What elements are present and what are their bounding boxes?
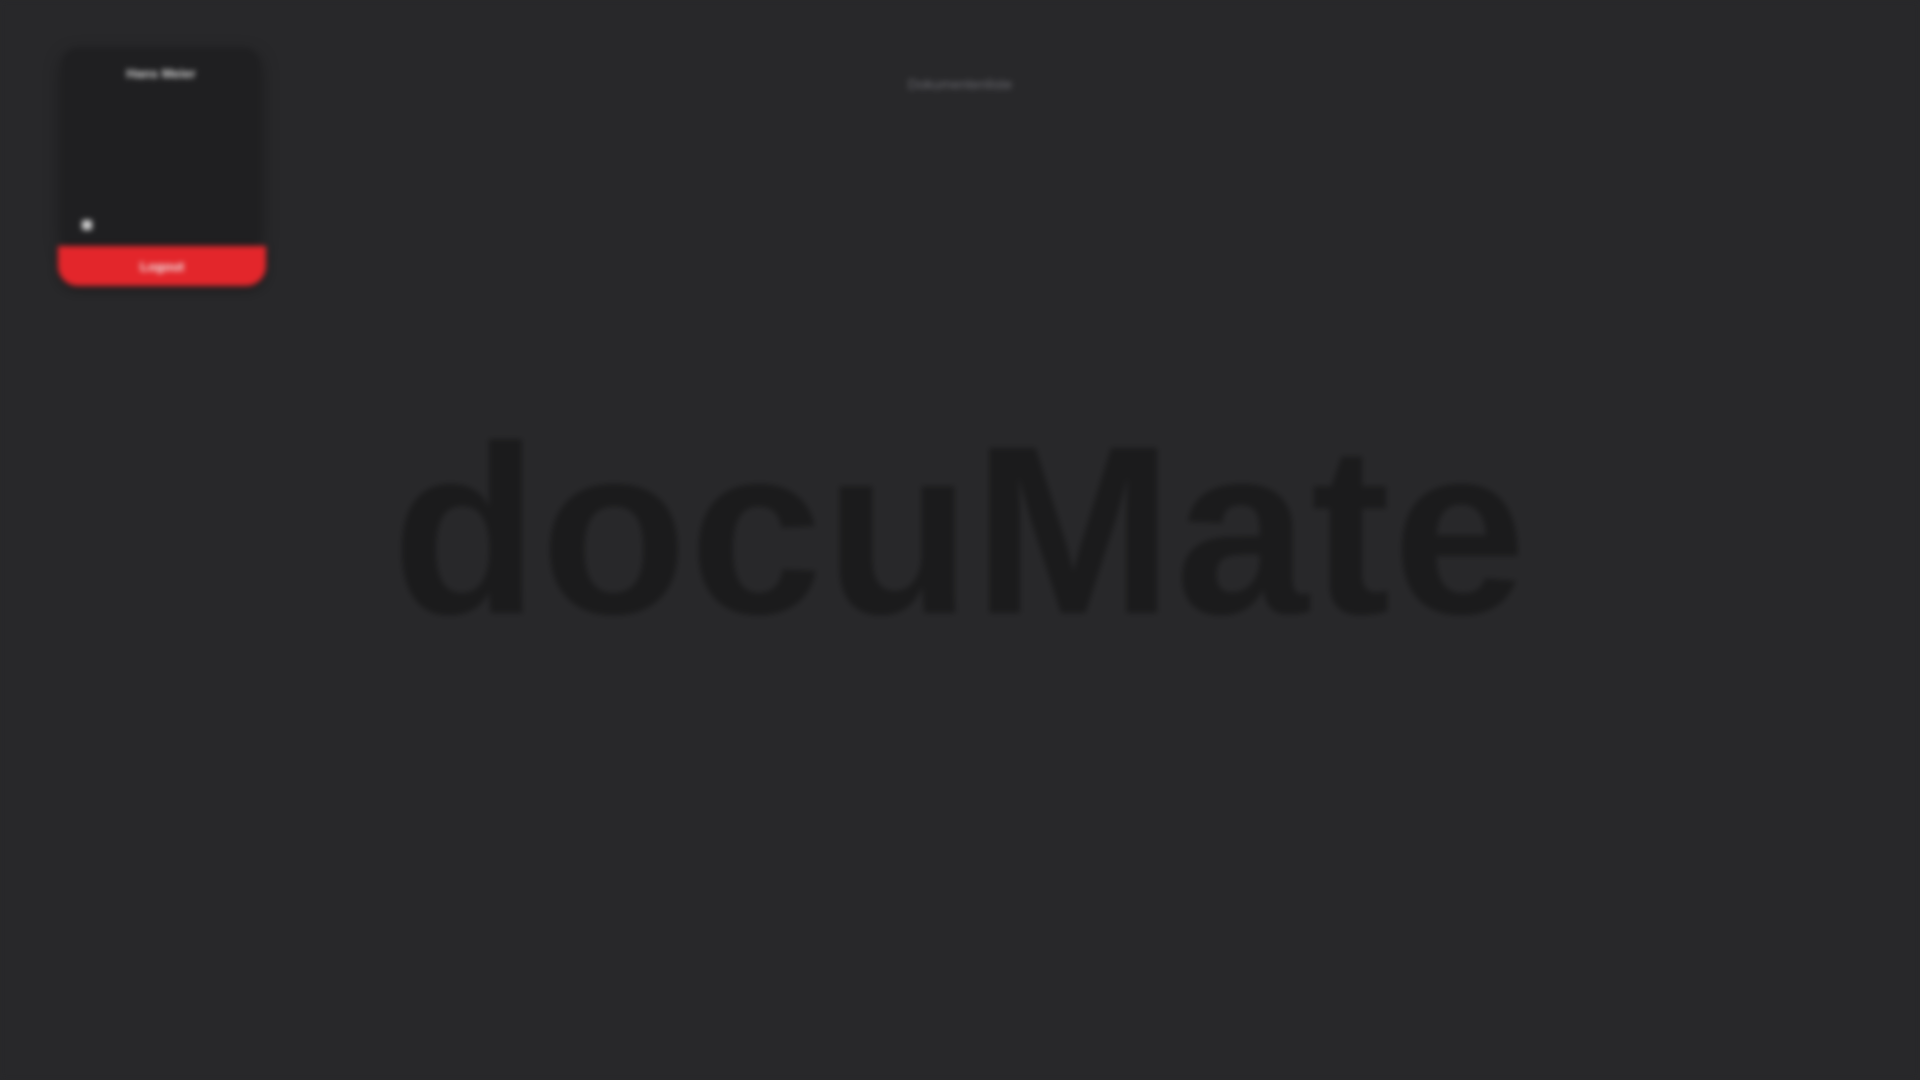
user-panel: Hans Meier <box>62 48 260 248</box>
logout-button[interactable]: Logout <box>58 246 266 286</box>
panel-icon <box>82 220 92 230</box>
user-name: Hans Meier <box>126 66 196 81</box>
app-screen: Hans Meier Logout Dokumentenliste docuMa… <box>0 0 1920 1080</box>
page-caption: Dokumentenliste <box>907 76 1013 92</box>
brand-logo-text: docuMate <box>391 396 1529 664</box>
